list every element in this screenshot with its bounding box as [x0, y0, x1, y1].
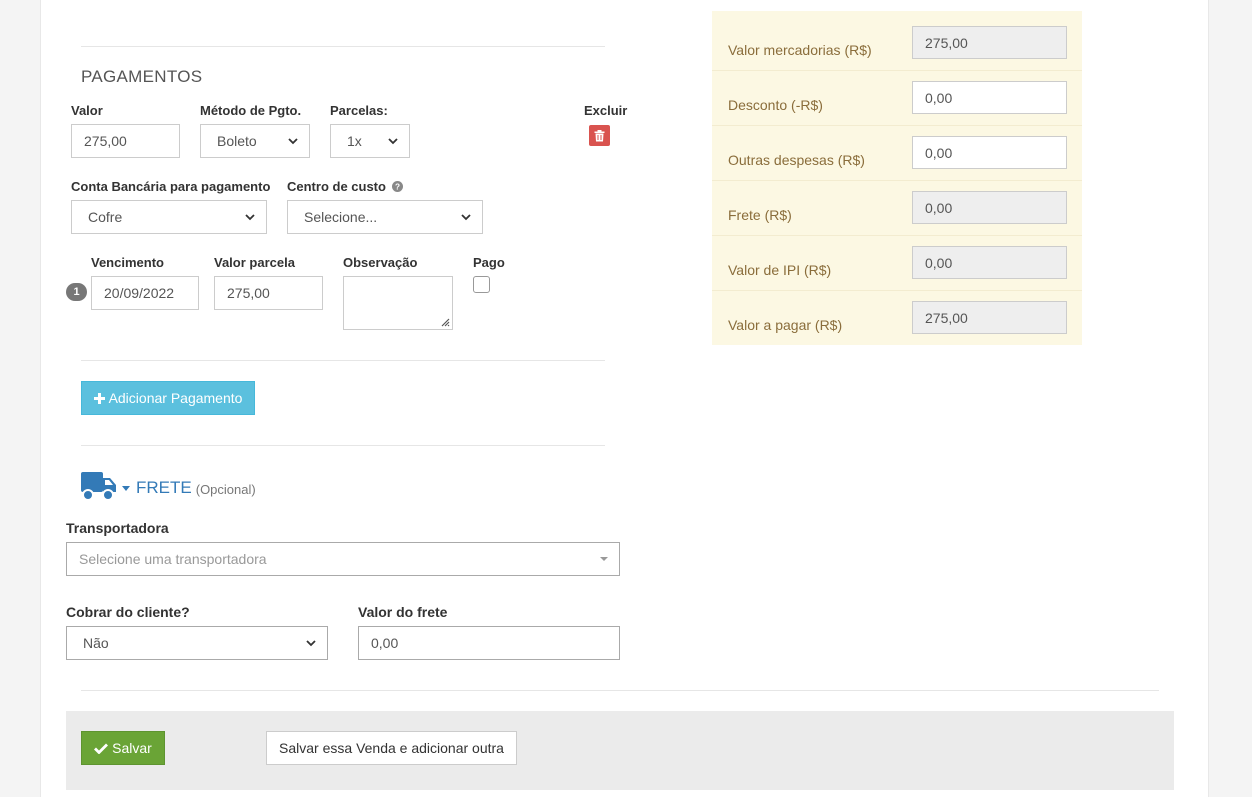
- summary-row: Valor de IPI (R$) 0,00: [712, 236, 1082, 291]
- ipi-input: 0,00: [912, 246, 1067, 279]
- trash-icon: [594, 129, 605, 141]
- valor-parcela-value: 275,00: [227, 285, 270, 301]
- summary-row: Frete (R$) 0,00: [712, 181, 1082, 236]
- transportadora-label: Transportadora: [66, 520, 169, 536]
- divider: [81, 46, 605, 47]
- save-label: Salvar: [112, 740, 152, 756]
- summary-label: Desconto (-R$): [728, 97, 823, 113]
- summary-value: 0,00: [925, 199, 953, 216]
- summary-label: Valor de IPI (R$): [728, 262, 832, 278]
- plus-icon: [93, 392, 105, 404]
- metodo-select[interactable]: Boleto: [200, 124, 310, 158]
- question-circle-icon[interactable]: ?: [391, 181, 403, 192]
- delete-payment-button[interactable]: [589, 125, 610, 146]
- summary-label: Frete (R$): [728, 207, 792, 223]
- summary-label: Valor a pagar (R$): [728, 317, 843, 333]
- valor-mercadorias-input: 275,00: [912, 26, 1067, 59]
- frete-toggle[interactable]: FRETE (Opcional): [81, 470, 256, 502]
- transportadora-select[interactable]: Selecione uma transportadora: [66, 542, 620, 576]
- cobrar-value: Não: [83, 635, 109, 651]
- parcelas-label: Parcelas:: [330, 103, 388, 118]
- frete-optional: (Opcional): [195, 481, 256, 497]
- summary-row: Valor a pagar (R$) 275,00: [712, 291, 1082, 346]
- centro-label-text: Centro de custo: [287, 179, 386, 194]
- valor-frete-input[interactable]: 0,00: [358, 626, 620, 660]
- form-panel: PAGAMENTOS Valor 275,00 Método de Pgto. …: [40, 0, 1209, 797]
- save-and-new-label: Salvar essa Venda e adicionar outra: [279, 740, 504, 756]
- save-button[interactable]: Salvar: [81, 731, 165, 765]
- chevron-down-icon: [461, 214, 471, 221]
- vencimento-value: 20/09/2022: [104, 285, 175, 301]
- summary-value: 0,00: [925, 254, 953, 271]
- conta-select[interactable]: Cofre: [71, 200, 267, 234]
- parcelas-select[interactable]: 1x: [330, 124, 410, 158]
- check-icon: [94, 743, 109, 754]
- valor-value: 275,00: [84, 133, 127, 149]
- vencimento-input[interactable]: 20/09/2022: [91, 276, 199, 310]
- conta-label: Conta Bancária para pagamento: [71, 179, 271, 194]
- metodo-value: Boleto: [217, 133, 257, 149]
- parcela-index-badge: 1: [66, 283, 87, 301]
- summary-label: Valor mercadorias (R$): [728, 42, 872, 58]
- pagamentos-title: PAGAMENTOS: [81, 67, 203, 86]
- vencimento-label: Vencimento: [91, 255, 164, 270]
- add-payment-label: Adicionar Pagamento: [108, 390, 243, 406]
- valor-frete-value: 0,00: [371, 635, 399, 651]
- chevron-down-icon: [306, 640, 316, 647]
- frete-total-input: 0,00: [912, 191, 1067, 224]
- parcelas-value: 1x: [347, 133, 362, 149]
- summary-value: 275,00: [925, 309, 968, 326]
- cobrar-label: Cobrar do cliente?: [66, 604, 190, 620]
- desconto-input[interactable]: 0,00: [912, 81, 1067, 114]
- valor-label: Valor: [71, 103, 103, 118]
- add-payment-button[interactable]: Adicionar Pagamento: [81, 381, 255, 415]
- observacao-label: Observação: [343, 255, 418, 270]
- observacao-textarea[interactable]: [343, 276, 453, 330]
- summary-row: Outras despesas (R$) 0,00: [712, 126, 1082, 181]
- frete-title: FRETE: [136, 478, 192, 497]
- summary-row: Desconto (-R$) 0,00: [712, 71, 1082, 126]
- valor-frete-label: Valor do frete: [358, 604, 448, 620]
- pago-checkbox[interactable]: [473, 276, 490, 293]
- divider: [81, 360, 605, 361]
- summary-label: Outras despesas (R$): [728, 152, 865, 168]
- summary-value: 275,00: [925, 34, 968, 51]
- conta-value: Cofre: [88, 209, 123, 225]
- valor-parcela-label: Valor parcela: [214, 255, 295, 270]
- caret-down-icon: [122, 486, 130, 491]
- centro-value: Selecione...: [304, 209, 378, 225]
- outras-despesas-input[interactable]: 0,00: [912, 136, 1067, 169]
- chevron-down-icon: [288, 138, 298, 145]
- caret-down-icon: [600, 557, 608, 561]
- svg-text:?: ?: [395, 183, 400, 192]
- form-footer: Salvar Salvar essa Venda e adicionar out…: [66, 711, 1174, 790]
- transportadora-placeholder: Selecione uma transportadora: [79, 551, 267, 567]
- valor-parcela-input[interactable]: 275,00: [214, 276, 323, 310]
- chevron-down-icon: [245, 214, 255, 221]
- centro-select[interactable]: Selecione...: [287, 200, 483, 234]
- divider: [81, 445, 605, 446]
- cobrar-select[interactable]: Não: [66, 626, 328, 660]
- summary-value: 0,00: [925, 144, 953, 161]
- truck-icon: [81, 471, 116, 501]
- save-and-new-button[interactable]: Salvar essa Venda e adicionar outra: [266, 731, 517, 765]
- pago-label: Pago: [473, 255, 505, 270]
- metodo-label: Método de Pgto.: [200, 103, 302, 118]
- summary-panel: Valor mercadorias (R$) 275,00 Desconto (…: [712, 11, 1082, 345]
- valor-input[interactable]: 275,00: [71, 124, 180, 158]
- excluir-label: Excluir: [584, 103, 628, 118]
- divider: [81, 690, 1159, 691]
- summary-value: 0,00: [925, 89, 953, 106]
- valor-a-pagar-input: 275,00: [912, 301, 1067, 334]
- chevron-down-icon: [388, 138, 398, 145]
- summary-row: Valor mercadorias (R$) 275,00: [712, 16, 1082, 71]
- centro-label: Centro de custo ?: [287, 179, 403, 194]
- resize-handle-icon[interactable]: [440, 317, 450, 327]
